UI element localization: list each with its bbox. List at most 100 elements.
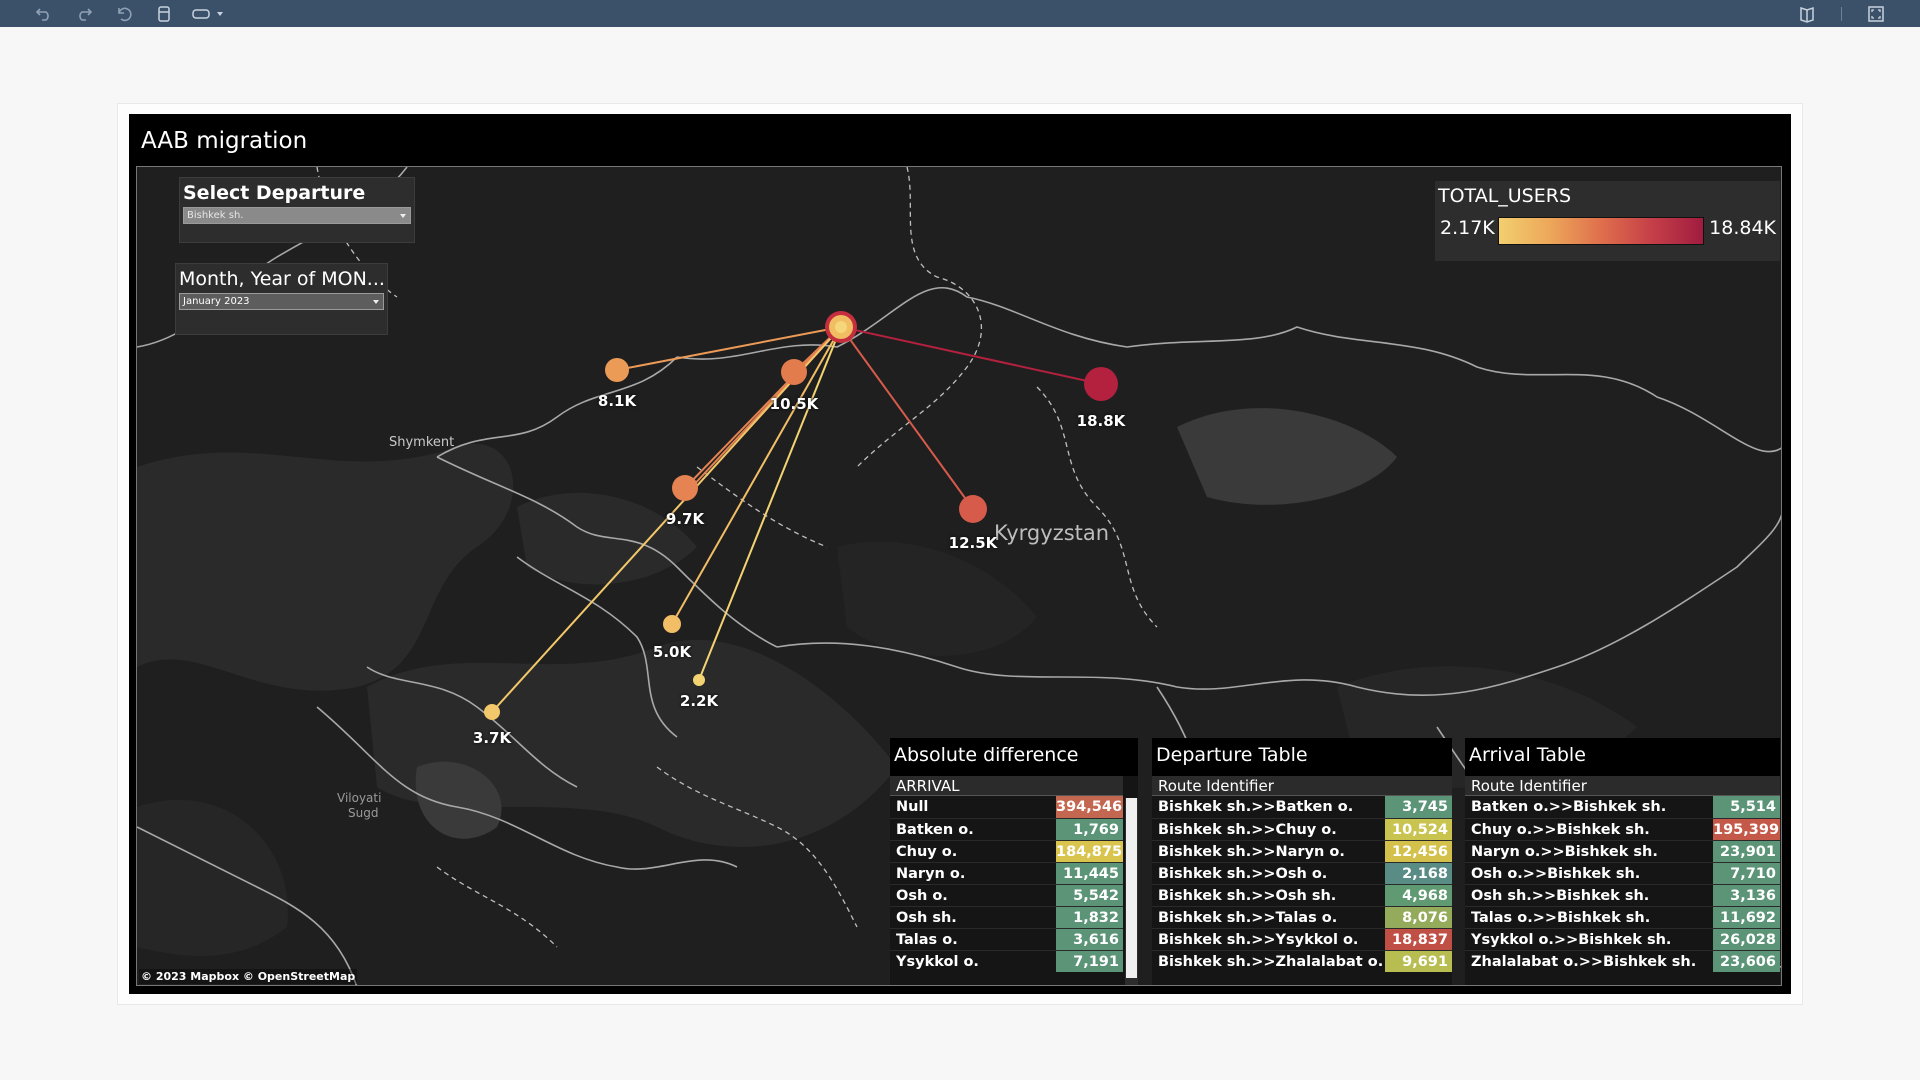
- chevron-down-icon: [373, 300, 379, 304]
- row-label: Naryn o.>>Bishkek sh.: [1465, 841, 1713, 862]
- row-value: 7,710: [1713, 863, 1780, 884]
- dashboard-canvas: AAB migration Shymkent Kyrgyzstan Viloya…: [129, 114, 1791, 994]
- row-label: Bishkek sh.>>Osh o.: [1152, 863, 1385, 884]
- revert-icon[interactable]: [104, 0, 144, 27]
- table-row[interactable]: Batken o.>>Bishkek sh. 5,514: [1465, 796, 1780, 818]
- row-value: 5,542: [1056, 885, 1123, 906]
- row-label: Bishkek sh.>>Naryn o.: [1152, 841, 1385, 862]
- month-filter: Month, Year of MON... January 2023: [175, 263, 388, 335]
- table-row[interactable]: Talas o.>>Bishkek sh. 11,692: [1465, 906, 1780, 928]
- bubble-9-7k: [672, 475, 698, 501]
- table-row[interactable]: Zhalalabat o.>>Bishkek sh. 23,606: [1465, 950, 1780, 972]
- row-label: Bishkek sh.>>Zhalalabat o.: [1152, 951, 1385, 972]
- arrival-table-rows: Batken o.>>Bishkek sh. 5,514 Chuy o.>>Bish…: [1465, 796, 1780, 972]
- bubble-label: 5.0K: [652, 643, 692, 661]
- absolute-difference-title: Absolute difference: [890, 738, 1138, 776]
- arrival-table-title: Arrival Table: [1465, 738, 1780, 776]
- table-row[interactable]: Batken o. 1,769: [890, 818, 1123, 840]
- row-label: Ysykkol o.: [890, 951, 1056, 972]
- table-row[interactable]: Osh o. 5,542: [890, 884, 1123, 906]
- bubble-label: 2.2K: [679, 692, 719, 710]
- scrollbar[interactable]: [1125, 798, 1138, 985]
- scroll-thumb[interactable]: [1126, 798, 1137, 978]
- table-row[interactable]: Talas o. 3,616: [890, 928, 1123, 950]
- table-row[interactable]: Bishkek sh.>>Osh sh. 4,968: [1152, 884, 1452, 906]
- departure-table-rows: Bishkek sh.>>Batken o. 3,745 Bishkek sh.>>…: [1152, 796, 1452, 972]
- migration-map[interactable]: Shymkent Kyrgyzstan Viloyati Sugd 8.1K 1…: [136, 166, 1782, 986]
- bubble-8-1k: [605, 358, 629, 382]
- row-label: Bishkek sh.>>Ysykkol o.: [1152, 929, 1385, 950]
- row-label: Ysykkol o.>>Bishkek sh.: [1465, 929, 1713, 950]
- legend-color-ramp: [1498, 217, 1704, 245]
- table-row[interactable]: Null 394,546: [890, 796, 1123, 818]
- table-row[interactable]: Naryn o. 11,445: [890, 862, 1123, 884]
- bubble-12-5k: [959, 495, 987, 523]
- row-value: 11,445: [1056, 863, 1123, 884]
- row-label: Null: [890, 796, 1056, 818]
- table-row[interactable]: Bishkek sh.>>Ysykkol o. 18,837: [1152, 928, 1452, 950]
- row-value: 5,514: [1713, 796, 1780, 818]
- table-row[interactable]: Chuy o.>>Bishkek sh. 195,399: [1465, 818, 1780, 840]
- row-value: 10,524: [1385, 819, 1452, 840]
- bubble-10-5k: [781, 359, 807, 385]
- table-row[interactable]: Osh o.>>Bishkek sh. 7,710: [1465, 862, 1780, 884]
- departure-filter-title: Select Departure: [183, 182, 366, 204]
- pause-updates-icon[interactable]: [184, 0, 234, 27]
- bubble-label: 8.1K: [597, 392, 637, 410]
- bubble-18-8k: [1084, 367, 1118, 401]
- legend-max: 18.84K: [1709, 217, 1776, 239]
- undo-icon[interactable]: [24, 0, 64, 27]
- row-label: Batken o.: [890, 819, 1056, 840]
- table-row[interactable]: Bishkek sh.>>Zhalalabat o. 9,691: [1152, 950, 1452, 972]
- month-filter-title: Month, Year of MON...: [179, 268, 385, 290]
- table-row[interactable]: Osh sh.>>Bishkek sh. 3,136: [1465, 884, 1780, 906]
- table-row[interactable]: Bishkek sh.>>Talas o. 8,076: [1152, 906, 1452, 928]
- bubble-label: 3.7K: [472, 729, 512, 747]
- row-value: 3,136: [1713, 885, 1780, 906]
- table-row[interactable]: Bishkek sh.>>Chuy o. 10,524: [1152, 818, 1452, 840]
- legend-min: 2.17K: [1440, 217, 1495, 239]
- absolute-difference-rows: Null 394,546 Batken o. 1,769 Chuy o. 184,875 N…: [890, 796, 1123, 972]
- row-label: Osh sh.>>Bishkek sh.: [1465, 885, 1713, 906]
- table-row[interactable]: Naryn o.>>Bishkek sh. 23,901: [1465, 840, 1780, 862]
- redo-icon[interactable]: [64, 0, 104, 27]
- row-value: 195,399: [1713, 819, 1780, 840]
- row-value: 3,616: [1056, 929, 1123, 950]
- row-label: Talas o.: [890, 929, 1056, 950]
- row-value: 11,692: [1713, 907, 1780, 928]
- row-label: Osh o.: [890, 885, 1056, 906]
- share-icon[interactable]: [1787, 0, 1827, 27]
- table-row[interactable]: Osh sh. 1,832: [890, 906, 1123, 928]
- table-row[interactable]: Chuy o. 184,875: [890, 840, 1123, 862]
- map-attribution[interactable]: © 2023 Mapbox © OpenStreetMap: [139, 969, 358, 984]
- row-label: Bishkek sh.>>Batken o.: [1152, 796, 1385, 818]
- row-value: 23,901: [1713, 841, 1780, 862]
- dashboard-title: AAB migration: [141, 128, 308, 154]
- row-label: Osh o.>>Bishkek sh.: [1465, 863, 1713, 884]
- fullscreen-icon[interactable]: [1856, 0, 1896, 27]
- row-label: Talas o.>>Bishkek sh.: [1465, 907, 1713, 928]
- row-value: 18,837: [1385, 929, 1452, 950]
- map-label-viloyati: Viloyati: [337, 791, 382, 805]
- row-value: 1,769: [1056, 819, 1123, 840]
- table-row[interactable]: Ysykkol o.>>Bishkek sh. 26,028: [1465, 928, 1780, 950]
- row-value: 184,875: [1056, 841, 1123, 862]
- departure-dropdown[interactable]: Bishkek sh.: [183, 207, 411, 224]
- data-source-icon[interactable]: [144, 0, 184, 27]
- month-dropdown[interactable]: January 2023: [179, 293, 384, 310]
- table-row[interactable]: Ysykkol o. 7,191: [890, 950, 1123, 972]
- table-row[interactable]: Bishkek sh.>>Batken o. 3,745: [1152, 796, 1452, 818]
- table-row[interactable]: Bishkek sh.>>Osh o. 2,168: [1152, 862, 1452, 884]
- row-value: 3,745: [1385, 796, 1452, 818]
- departure-dropdown-value: Bishkek sh.: [187, 210, 244, 221]
- row-value: 12,456: [1385, 841, 1452, 862]
- table-row[interactable]: Bishkek sh.>>Naryn o. 12,456: [1152, 840, 1452, 862]
- bubble-label: 18.8K: [1076, 412, 1126, 430]
- departure-table-title: Departure Table: [1152, 738, 1452, 776]
- row-label: Zhalalabat o.>>Bishkek sh.: [1465, 951, 1713, 972]
- row-label: Bishkek sh.>>Osh sh.: [1152, 885, 1385, 906]
- row-value: 2,168: [1385, 863, 1452, 884]
- row-value: 9,691: [1385, 951, 1452, 972]
- bubble-5-0k: [663, 615, 681, 633]
- row-value: 23,606: [1713, 951, 1780, 972]
